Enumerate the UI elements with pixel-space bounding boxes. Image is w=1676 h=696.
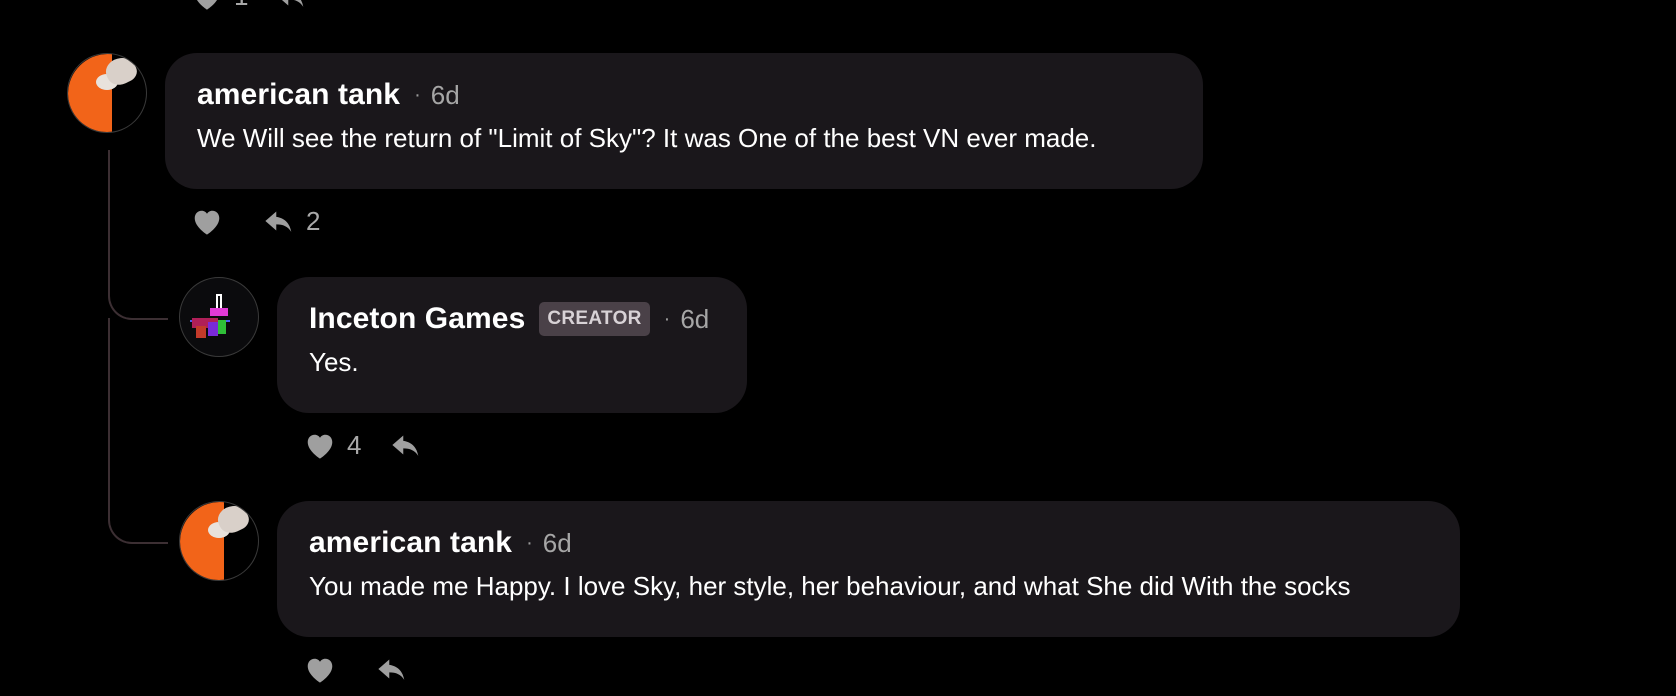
comment-actions bbox=[303, 649, 409, 689]
heart-icon bbox=[197, 0, 217, 10]
thread-connector bbox=[108, 318, 168, 544]
like-button[interactable] bbox=[303, 654, 337, 684]
separator-dot: · bbox=[663, 307, 671, 330]
heart-icon bbox=[194, 210, 220, 235]
timestamp[interactable]: 6d bbox=[680, 304, 709, 335]
reply-button[interactable] bbox=[375, 654, 409, 684]
like-button[interactable]: 1 bbox=[190, 0, 248, 12]
reply-button[interactable] bbox=[274, 0, 308, 11]
previous-comment-actions: 1 bbox=[190, 0, 308, 12]
creator-badge: CREATOR bbox=[539, 302, 650, 336]
like-button[interactable] bbox=[190, 206, 224, 236]
comment-actions: 2 bbox=[190, 201, 320, 241]
heart-icon bbox=[307, 658, 333, 683]
comment-header: american tank · 6d bbox=[309, 523, 1428, 563]
reply-count: 2 bbox=[306, 205, 321, 236]
like-button[interactable]: 4 bbox=[303, 430, 361, 461]
reply-arrow-icon bbox=[265, 211, 292, 232]
heart-icon bbox=[307, 434, 333, 459]
thread-connector bbox=[108, 150, 168, 320]
timestamp[interactable]: 6d bbox=[543, 528, 572, 559]
reply-button[interactable] bbox=[389, 430, 423, 460]
reply-arrow-icon bbox=[282, 0, 304, 7]
comment-header: american tank · 6d bbox=[197, 75, 1171, 115]
author-name[interactable]: Inceton Games bbox=[309, 302, 525, 336]
reply-arrow-icon bbox=[392, 435, 419, 456]
comment-bubble: american tank · 6d You made me Happy. I … bbox=[277, 501, 1460, 637]
avatar[interactable] bbox=[179, 501, 259, 581]
author-name[interactable]: american tank bbox=[197, 78, 400, 112]
reply-button[interactable]: 2 bbox=[262, 206, 320, 237]
comment-actions: 4 bbox=[303, 425, 423, 465]
separator-dot: · bbox=[414, 83, 421, 106]
comment-bubble: Inceton Games CREATOR · 6d Yes. bbox=[277, 277, 747, 413]
author-name[interactable]: american tank bbox=[309, 526, 512, 560]
comment-bubble: american tank · 6d We Will see the retur… bbox=[165, 53, 1203, 189]
comment-text: You made me Happy. I love Sky, her style… bbox=[309, 571, 1351, 601]
like-count: 4 bbox=[347, 429, 362, 460]
reply-arrow-icon bbox=[378, 659, 405, 680]
avatar[interactable] bbox=[179, 277, 259, 357]
comment-text: Yes. bbox=[309, 347, 359, 377]
comment-thread: 1 american tank · 6d We Will see the ret… bbox=[0, 0, 1676, 696]
comment-text: We Will see the return of "Limit of Sky"… bbox=[197, 123, 1097, 153]
like-count: 1 bbox=[234, 0, 248, 12]
timestamp[interactable]: 6d bbox=[431, 80, 460, 111]
separator-dot: · bbox=[526, 531, 533, 554]
avatar[interactable] bbox=[67, 53, 147, 133]
comment-header: Inceton Games CREATOR · 6d bbox=[309, 299, 715, 339]
